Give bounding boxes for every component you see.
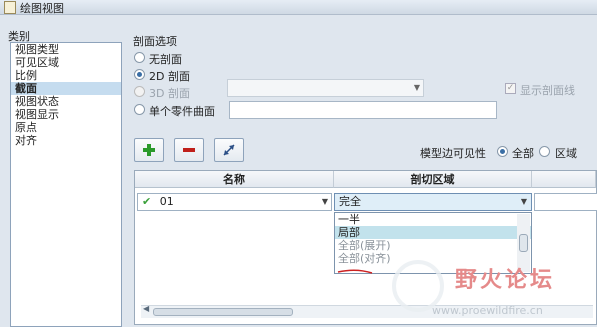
radio-edge-all[interactable] — [497, 146, 508, 157]
watermark-url: www.proewildfire.cn — [432, 304, 543, 317]
column-header-name[interactable]: 名称 — [135, 171, 334, 188]
cut-region-value: 完全 — [339, 195, 361, 208]
cut-region-combo[interactable]: 完全 ▼ — [334, 193, 532, 211]
window-icon — [4, 1, 16, 14]
category-item-view-states[interactable]: 视图状态 — [11, 95, 121, 108]
row-name-combo[interactable]: ✔ 01 ▼ — [137, 193, 332, 211]
horizontal-scroll-thumb[interactable] — [153, 308, 293, 316]
red-underline-mark — [337, 269, 373, 274]
category-list[interactable]: 视图类型 可见区域 比例 截面 视图状态 视图显示 原点 对齐 — [10, 42, 122, 327]
scroll-left-icon[interactable]: ◀ — [143, 304, 149, 313]
check-icon: ✔ — [142, 195, 152, 208]
window-title: 绘图视图 — [20, 2, 64, 15]
radio-edge-area[interactable] — [539, 146, 550, 157]
dropdown-scroll-thumb[interactable] — [519, 234, 528, 252]
model-edge-visibility-label: 模型边可见性 — [420, 147, 486, 160]
radio-3d-section-label: 3D 剖面 — [149, 87, 190, 100]
chevron-down-icon: ▼ — [413, 83, 420, 92]
minus-icon — [183, 148, 195, 152]
plus-icon — [143, 144, 155, 156]
show-cutline-label: 显示剖面线 — [520, 84, 575, 97]
flip-direction-button[interactable] — [214, 138, 244, 162]
dropdown-option-full-unfold[interactable]: 全部(展开) — [335, 239, 531, 252]
radio-edge-area-label: 区域 — [555, 147, 577, 160]
radio-edge-all-label: 全部 — [512, 147, 534, 160]
radio-no-section-label: 无剖面 — [149, 53, 182, 66]
radio-2d-section[interactable] — [134, 69, 145, 80]
dropdown-option-half[interactable]: 一半 — [335, 213, 531, 226]
remove-section-button[interactable] — [174, 138, 204, 162]
chevron-down-icon: ▼ — [321, 197, 328, 206]
show-cutline-checkbox[interactable]: ✓ — [505, 83, 516, 94]
add-section-button[interactable] — [134, 138, 164, 162]
chevron-down-icon: ▼ — [520, 197, 527, 206]
category-item-origin[interactable]: 原点 — [11, 121, 121, 134]
column-header-extra — [532, 171, 596, 188]
radio-2d-section-label: 2D 剖面 — [149, 70, 190, 83]
section-options-label: 剖面选项 — [133, 35, 177, 48]
column-header-cut-region[interactable]: 剖切区域 — [334, 171, 532, 188]
section-name-combo[interactable]: ▼ — [227, 79, 424, 97]
radio-single-part-surface[interactable] — [134, 104, 145, 115]
radio-3d-section[interactable] — [134, 86, 145, 97]
category-item-visible-area[interactable]: 可见区域 — [11, 56, 121, 69]
category-item-view-display[interactable]: 视图显示 — [11, 108, 121, 121]
watermark-text: 野火论坛 — [455, 268, 556, 293]
category-item-alignment[interactable]: 对齐 — [11, 134, 121, 147]
category-item-scale[interactable]: 比例 — [11, 69, 121, 82]
category-item-view-type[interactable]: 视图类型 — [11, 43, 121, 56]
row-extra-field[interactable] — [534, 193, 597, 211]
title-bar: 绘图视图 — [0, 0, 597, 15]
flip-arrow-icon — [223, 144, 235, 156]
category-item-sections[interactable]: 截面 — [11, 82, 121, 95]
radio-single-part-surface-label: 单个零件曲面 — [149, 105, 215, 118]
part-surface-field[interactable] — [229, 101, 497, 119]
radio-no-section[interactable] — [134, 52, 145, 63]
dropdown-option-local[interactable]: 局部 — [335, 226, 531, 239]
row-name-value: 01 — [159, 195, 174, 208]
